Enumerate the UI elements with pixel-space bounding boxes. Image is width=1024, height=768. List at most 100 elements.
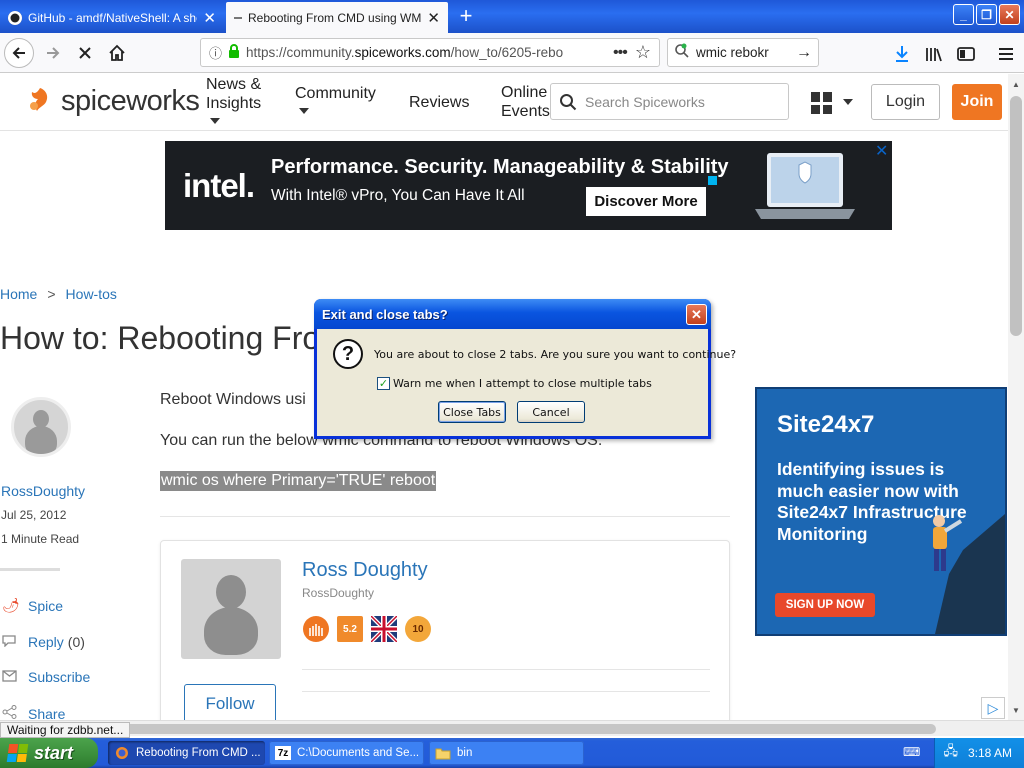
spice-action[interactable]: 🌶 Spice — [2, 597, 63, 614]
warn-checkbox-row[interactable]: ✓ Warn me when I attempt to close multip… — [377, 377, 652, 390]
dialog-close-button[interactable]: ✕ — [686, 304, 707, 325]
scroll-up-icon[interactable]: ▲ — [1008, 76, 1024, 92]
login-button[interactable]: Login — [871, 84, 940, 120]
divider — [0, 568, 60, 571]
dialog-titlebar[interactable]: Exit and close tabs? ✕ — [314, 299, 711, 329]
close-tab-icon[interactable]: ✕ — [427, 9, 440, 27]
author-avatar[interactable] — [11, 397, 71, 457]
question-icon: ? — [333, 339, 363, 369]
info-icon[interactable]: ⓘ — [209, 43, 222, 62]
tab-title: Rebooting From CMD using WMIC — [248, 10, 422, 25]
new-tab-button[interactable]: + — [452, 2, 480, 30]
climber-illustration-icon — [933, 515, 963, 571]
breadcrumb-how-tos[interactable]: How-tos — [66, 286, 117, 302]
browser-tab-strip: GitHub - amdf/NativeShell: A shel ✕ Rebo… — [0, 0, 1024, 33]
start-button[interactable]: start — [0, 738, 98, 768]
article-paragraph-1: Reboot Windows usi — [160, 391, 306, 408]
more-actions-icon[interactable]: ••• — [613, 44, 628, 62]
rank-badge: 5.2 — [337, 616, 363, 642]
ad-close-icon[interactable]: ✕ — [875, 141, 888, 161]
bookmark-star-icon[interactable]: ☆ — [635, 42, 651, 63]
url-text: https://community.spiceworks.com/how_to/… — [246, 45, 564, 60]
clock[interactable]: 3:18 AM — [968, 746, 1012, 760]
reply-action[interactable]: Reply (0) — [2, 634, 85, 650]
nav-online-events[interactable]: Online Events — [501, 83, 550, 121]
tab-title: GitHub - amdf/NativeShell: A shel — [28, 10, 198, 25]
network-icon[interactable]: 🖧 — [943, 742, 958, 764]
tab-github[interactable]: GitHub - amdf/NativeShell: A shel ✕ — [0, 2, 224, 33]
follow-button[interactable]: Follow — [184, 684, 276, 724]
scroll-thumb[interactable] — [10, 724, 936, 734]
loading-icon — [234, 16, 242, 19]
back-button[interactable] — [4, 38, 34, 68]
chevron-down-icon — [210, 118, 220, 124]
forward-button[interactable] — [38, 38, 68, 68]
subscribe-action[interactable]: Subscribe — [2, 669, 90, 685]
intel-accent-square — [708, 176, 717, 185]
close-tabs-button[interactable]: Close Tabs — [438, 401, 506, 423]
stop-button[interactable] — [70, 38, 100, 68]
sign-up-button[interactable]: SIGN UP NOW — [775, 593, 875, 617]
address-bar[interactable]: ⓘ https://community.spiceworks.com/how_t… — [200, 38, 660, 67]
restore-button[interactable]: ❐ — [976, 4, 997, 25]
forward-arrow-icon — [47, 47, 60, 59]
library-icon[interactable] — [923, 43, 945, 65]
minimize-button[interactable]: _ — [953, 4, 974, 25]
author-profile-card: Ross Doughty RossDoughty 5.2 10 Follow — [160, 540, 730, 730]
nav-community[interactable]: Community — [295, 84, 376, 114]
divider — [302, 669, 710, 670]
tab-rebooting[interactable]: Rebooting From CMD using WMIC ✕ — [226, 2, 448, 33]
keyboard-icon[interactable]: ⌨ — [903, 745, 920, 759]
adchoices-icon[interactable]: ▷ — [981, 697, 1005, 719]
apps-grid-icon[interactable] — [811, 92, 833, 114]
spiceworks-logo[interactable]: spiceworks — [23, 84, 200, 118]
close-window-button[interactable]: ✕ — [999, 4, 1020, 25]
firefox-icon — [114, 746, 130, 760]
chevron-down-icon[interactable] — [843, 99, 853, 105]
badge-row: 5.2 10 — [303, 616, 431, 642]
site24x7-ad[interactable]: Site24x7 Identifying issues is much easi… — [755, 387, 1007, 636]
taskbar-item-bin[interactable]: bin — [429, 741, 584, 765]
site-search-input[interactable]: Search Spiceworks — [550, 83, 789, 120]
dialog-message: You are about to close 2 tabs. Are you s… — [374, 348, 737, 361]
divider — [302, 691, 710, 692]
menu-icon[interactable] — [995, 43, 1017, 65]
site-header: spiceworks News & Insights Community Rev… — [0, 74, 1008, 131]
taskbar-item-7zip[interactable]: 7z C:\Documents and Se... — [269, 741, 424, 765]
discover-more-button[interactable]: Discover More — [586, 187, 706, 216]
downloads-icon[interactable] — [891, 43, 913, 65]
home-button[interactable] — [102, 38, 132, 68]
github-icon — [8, 10, 22, 25]
search-query: wmic rebokr — [696, 45, 769, 60]
join-button[interactable]: Join — [952, 84, 1002, 120]
reply-count: (0) — [67, 634, 85, 650]
taskbar-item-browser[interactable]: Rebooting From CMD ... — [108, 741, 265, 765]
cancel-button[interactable]: Cancel — [517, 401, 585, 423]
go-arrow-icon[interactable]: → — [796, 44, 812, 62]
horizontal-scrollbar[interactable] — [0, 720, 1024, 736]
vertical-scrollbar[interactable]: ▲ ▼ — [1008, 74, 1024, 720]
scroll-thumb[interactable] — [1010, 96, 1022, 336]
scroll-down-icon[interactable]: ▼ — [1008, 702, 1024, 718]
ad-subline: With Intel® vPro, You Can Have It All — [271, 187, 525, 204]
breadcrumb-home[interactable]: Home — [0, 286, 37, 302]
author-name-link[interactable]: RossDoughty — [1, 483, 85, 499]
read-time: 1 Minute Read — [1, 532, 80, 546]
system-tray: 🖧 3:18 AM — [934, 738, 1024, 768]
profile-handle: RossDoughty — [302, 586, 375, 600]
warn-checkbox[interactable]: ✓ — [377, 377, 390, 390]
intel-banner-ad[interactable]: intel. Performance. Security. Manageabil… — [165, 141, 892, 230]
uk-flag-badge-icon — [371, 616, 397, 642]
status-text: Waiting for zdbb.net... — [0, 722, 131, 738]
nav-news-insights[interactable]: News & Insights — [206, 75, 261, 124]
search-icon — [560, 93, 577, 110]
close-tab-icon[interactable]: ✕ — [203, 9, 216, 27]
windows-logo-icon — [6, 744, 30, 762]
pepper-icon: 🌶 — [2, 597, 20, 613]
profile-avatar[interactable] — [181, 559, 281, 659]
profile-name[interactable]: Ross Doughty — [302, 559, 428, 582]
nav-reviews[interactable]: Reviews — [409, 93, 469, 112]
divider — [160, 516, 730, 517]
search-bar[interactable]: wmic rebokr → — [667, 38, 819, 67]
sidebar-icon[interactable] — [955, 43, 977, 65]
